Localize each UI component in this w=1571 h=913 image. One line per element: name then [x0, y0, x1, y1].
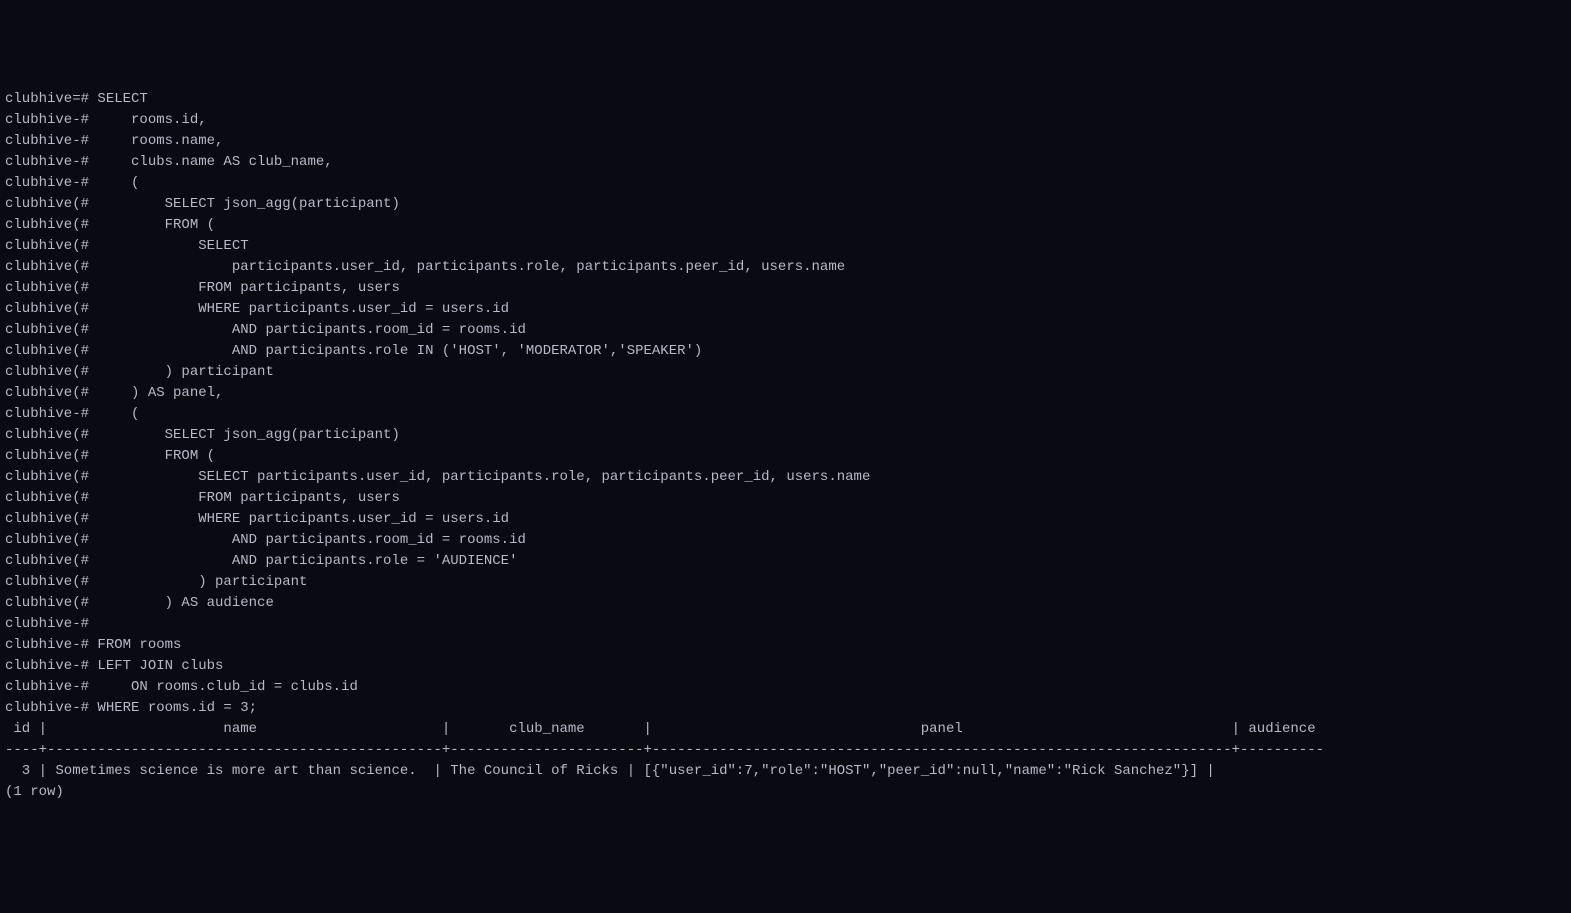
terminal-output[interactable]: clubhive=# SELECT clubhive-# rooms.id, c… [5, 89, 1566, 803]
